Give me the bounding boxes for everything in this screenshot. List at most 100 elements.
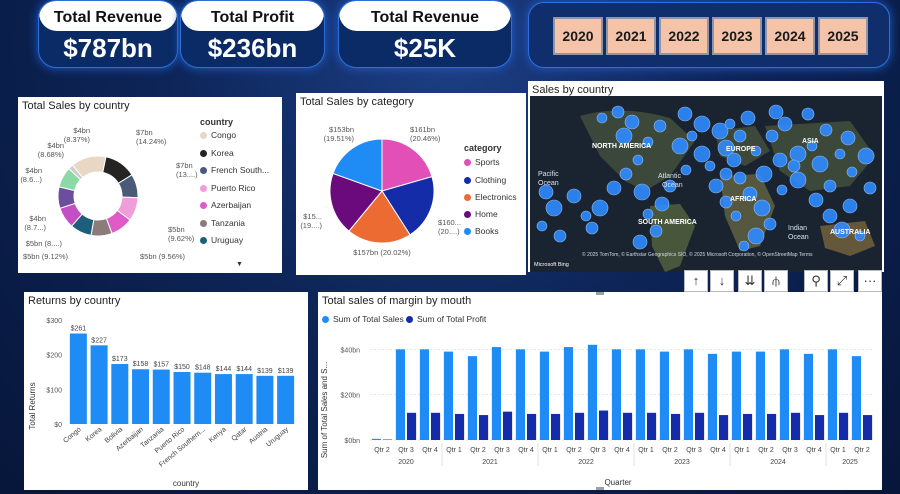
legend-item[interactable]: Azerbaijan (200, 200, 251, 210)
year-button-2023[interactable]: 2023 (712, 17, 762, 55)
profit-bar[interactable] (767, 413, 777, 440)
map-bubble[interactable] (671, 137, 689, 155)
map-bubble[interactable] (591, 199, 609, 217)
bar[interactable] (173, 372, 191, 424)
arrow-up-icon[interactable]: ↑ (684, 270, 708, 292)
profit-bar[interactable] (695, 412, 705, 440)
legend-item[interactable]: French South... (200, 165, 269, 175)
sales-by-country-card[interactable]: Total Sales by country $7bn (14.24%) $7bn(… (18, 97, 282, 273)
profit-bar[interactable] (791, 412, 801, 440)
map-bubble[interactable] (677, 106, 693, 122)
bar[interactable] (132, 369, 150, 424)
legend-item[interactable]: Puerto Rico (200, 183, 255, 193)
sales-bar[interactable] (467, 356, 477, 440)
map-bubble[interactable] (693, 115, 711, 133)
map-bubble[interactable] (704, 160, 716, 172)
profit-bar[interactable] (551, 413, 561, 440)
map-bubble[interactable] (863, 181, 877, 195)
map-bubble[interactable] (708, 178, 724, 194)
map-bubble[interactable] (777, 116, 793, 132)
sales-bar[interactable] (539, 351, 549, 440)
map-bubble[interactable] (693, 145, 711, 163)
map-bubble[interactable] (545, 199, 563, 217)
map-bubble[interactable] (857, 147, 875, 165)
map-bubble[interactable] (822, 208, 838, 224)
bar[interactable] (111, 364, 129, 424)
sales-bar[interactable] (491, 347, 501, 440)
returns-bar-chart[interactable]: Total Returns country $300 $200 $100 $0 $26… (24, 306, 308, 490)
map-bubble[interactable] (633, 183, 651, 201)
map-bubble[interactable] (566, 188, 582, 204)
year-button-2025[interactable]: 2025 (818, 17, 868, 55)
bar[interactable] (277, 375, 295, 424)
sales-bar[interactable] (419, 349, 429, 440)
legend-item[interactable]: Sum of Total Profit (406, 314, 486, 324)
profit-bar[interactable] (815, 415, 825, 440)
map-bubble[interactable] (538, 184, 554, 200)
more-options-icon[interactable]: ··· (858, 270, 882, 292)
profit-bar[interactable] (863, 415, 873, 440)
map-bubble[interactable] (680, 164, 692, 176)
legend-item[interactable]: Electronics (464, 192, 517, 202)
profit-bar[interactable] (527, 413, 537, 440)
bar[interactable] (214, 374, 232, 424)
sales-bar[interactable] (395, 349, 405, 440)
legend-item[interactable]: Korea (200, 148, 234, 158)
map-bubble[interactable] (776, 184, 788, 196)
map-bubble[interactable] (585, 221, 599, 235)
map-bubble[interactable] (632, 234, 648, 250)
sales-bar[interactable] (755, 351, 765, 440)
profit-bar[interactable] (743, 413, 753, 440)
map-bubble[interactable] (789, 171, 807, 189)
map-bubble[interactable] (653, 119, 667, 133)
year-button-2020[interactable]: 2020 (553, 17, 603, 55)
map-bubble[interactable] (834, 148, 846, 160)
returns-by-country-card[interactable]: Returns by country Total Returns country… (24, 292, 308, 490)
sales-bar[interactable] (587, 344, 597, 440)
expand-hierarchy-icon[interactable]: ⫛ (764, 270, 788, 292)
map-bubble[interactable] (733, 171, 747, 185)
year-button-2024[interactable]: 2024 (765, 17, 815, 55)
focus-mode-icon[interactable]: ⤢ (830, 270, 854, 292)
map-bubble[interactable] (747, 227, 765, 245)
double-arrow-down-icon[interactable]: ⇊ (738, 270, 762, 292)
sales-bar[interactable] (683, 349, 693, 440)
map-bubble[interactable] (686, 130, 698, 142)
sales-bar[interactable] (563, 347, 573, 440)
sales-bar[interactable] (707, 353, 717, 440)
bar[interactable] (256, 375, 274, 424)
year-button-2021[interactable]: 2021 (606, 17, 656, 55)
profit-bar[interactable] (431, 412, 441, 440)
map-bubble[interactable] (730, 210, 742, 222)
map-bubble[interactable] (619, 167, 633, 181)
profit-bar[interactable] (839, 412, 849, 440)
category-pie-chart[interactable]: $161bn(20.46%) $160...(20....) $157bn (20.… (296, 103, 466, 273)
legend-item[interactable]: Clothing (464, 175, 506, 185)
map-bubble[interactable] (733, 129, 747, 143)
map-bubble[interactable] (553, 229, 567, 243)
profit-bar[interactable] (671, 413, 681, 440)
sales-bar[interactable] (659, 351, 669, 440)
profit-bar[interactable] (455, 413, 465, 440)
sales-by-category-card[interactable]: Total Sales by category $161bn (20.46%) $1… (296, 93, 526, 275)
profit-bar[interactable] (479, 415, 489, 440)
map-bubble[interactable] (840, 130, 856, 146)
map-bubble[interactable] (632, 154, 644, 166)
sales-bar[interactable] (803, 353, 813, 440)
profit-bar[interactable] (503, 411, 513, 440)
map-bubble[interactable] (819, 123, 833, 137)
profit-bar[interactable] (575, 412, 585, 440)
map-bubble[interactable] (719, 167, 733, 181)
legend-item[interactable]: Congo (200, 130, 236, 140)
map-bubble[interactable] (611, 105, 625, 119)
sales-bar[interactable] (635, 349, 645, 440)
map-bubble[interactable] (755, 165, 773, 183)
map-bubble[interactable] (536, 220, 548, 232)
map-bubble[interactable] (642, 208, 654, 220)
map-bubble[interactable] (654, 196, 670, 212)
map-bubble[interactable] (580, 210, 592, 222)
profit-bar[interactable] (599, 410, 609, 440)
sales-bar[interactable] (827, 349, 837, 440)
map-bubble[interactable] (615, 127, 633, 145)
filter-icon[interactable]: ⚲ (804, 270, 828, 292)
